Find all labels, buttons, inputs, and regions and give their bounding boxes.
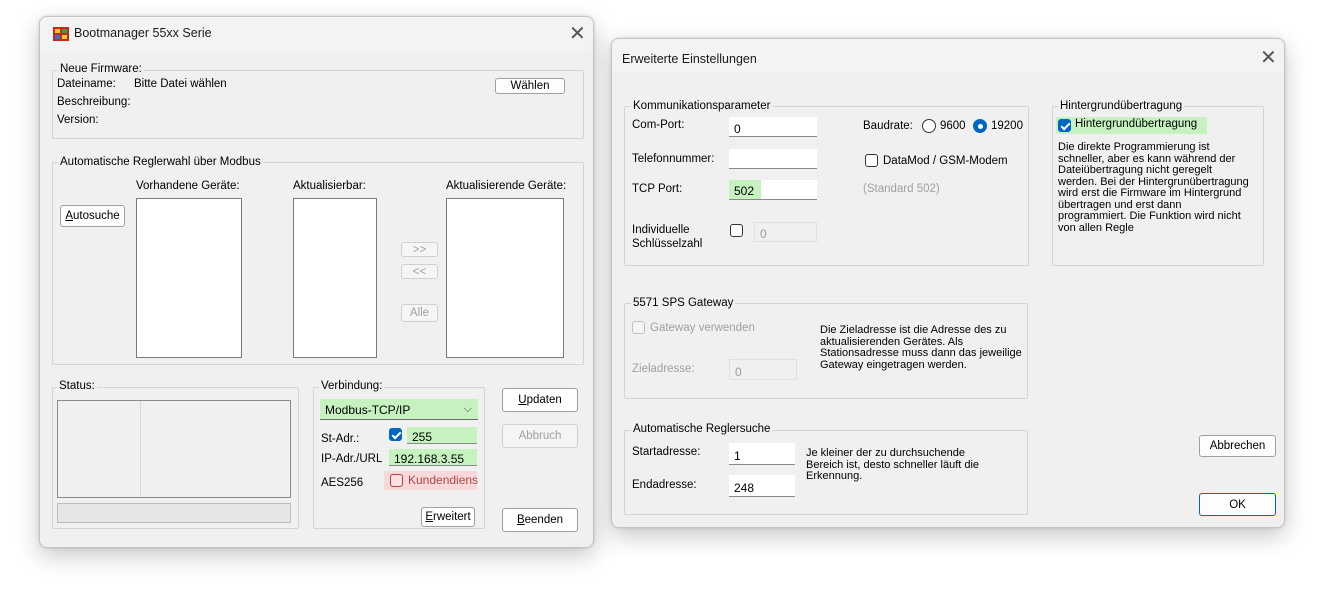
autosearch-legend: Automatische Reglersuche [631, 423, 773, 435]
version-label: Version: [57, 114, 99, 126]
background-checkbox[interactable] [1058, 119, 1071, 132]
end-address-input[interactable] [729, 475, 795, 497]
target-address-input[interactable] [729, 359, 797, 380]
bootmanager-close-icon[interactable]: ✕ [569, 24, 586, 44]
customer-service-field[interactable]: Kundendiens [384, 471, 479, 490]
baud-19200-label: 19200 [991, 120, 1023, 132]
datamod-label: DataMod / GSM-Modem [883, 155, 1008, 167]
st-adr-checkbox[interactable] [389, 428, 402, 441]
com-port-input[interactable] [729, 117, 817, 137]
settings-window: Erweiterte Einstellungen ✕ Kommunikation… [611, 38, 1285, 528]
start-address-input[interactable] [729, 443, 795, 465]
connection-legend: Verbindung: [319, 380, 385, 392]
chevron-down-icon: ⌵ [463, 403, 472, 415]
status-legend: Status: [57, 380, 97, 392]
standard-port-hint: (Standard 502) [863, 183, 940, 195]
autosearch-description: Je kleiner der zu durchsuchende Bereich … [806, 447, 980, 482]
protocol-select[interactable]: Modbus-TCP/IP ⌵ [320, 399, 478, 420]
cancel-button[interactable]: Abbrechen [1199, 435, 1276, 457]
phone-input[interactable] [729, 149, 817, 169]
move-all-button[interactable]: Alle [401, 304, 438, 322]
advanced-mnemonic: E [425, 511, 433, 523]
exit-button[interactable]: Beenden [502, 508, 578, 532]
move-right-button[interactable]: >> [401, 242, 438, 257]
abort-button[interactable]: Abbruch [502, 424, 578, 448]
target-address-label: Zieladresse: [632, 363, 695, 375]
move-left-button[interactable]: << [401, 264, 438, 279]
st-adr-input[interactable] [407, 427, 477, 444]
description-label: Beschreibung: [57, 96, 131, 108]
advanced-button[interactable]: Erweitert [421, 507, 475, 527]
aes-label: AES256 [321, 477, 364, 489]
advanced-label: rweitert [432, 511, 471, 523]
ip-input[interactable] [389, 449, 477, 466]
available-devices-list[interactable] [136, 198, 242, 358]
st-adr-label: St-Adr.: [321, 433, 360, 445]
protocol-value: Modbus-TCP/IP [325, 403, 411, 417]
background-checkbox-label: Hintergrundübertragung [1075, 118, 1198, 130]
filename-value: Bitte Datei wählen [134, 78, 227, 90]
updatable-devices-list[interactable] [293, 198, 377, 358]
autosearch-label: utosuche [72, 210, 120, 222]
ok-button[interactable]: OK [1199, 493, 1276, 516]
filename-label: Dateiname: [57, 78, 116, 90]
bootmanager-title: Bootmanager 55xx Serie [74, 26, 212, 40]
background-legend: Hintergrundübertragung [1058, 100, 1185, 112]
key-checkbox[interactable] [730, 224, 743, 237]
datamod-checkbox[interactable] [865, 154, 878, 167]
use-gateway-checkbox[interactable] [632, 321, 645, 334]
firmware-legend: Neue Firmware: [58, 63, 144, 75]
update-label: pdaten [526, 394, 562, 406]
baud-9600-radio[interactable] [922, 119, 936, 133]
phone-label: Telefonnummer: [632, 153, 715, 165]
customer-service-label: Kundendiens [408, 473, 479, 487]
tcp-port-field[interactable]: 502 [729, 180, 817, 200]
background-checkbox-field[interactable]: Hintergrundübertragung [1056, 117, 1207, 134]
baud-19200-radio[interactable] [973, 119, 987, 133]
update-button[interactable]: Updaten [502, 388, 578, 412]
key-input[interactable] [754, 222, 817, 242]
choose-file-button[interactable]: Wählen [495, 78, 565, 94]
available-devices-label: Vorhandene Geräte: [136, 180, 240, 192]
autosearch-button[interactable]: Autosuche [60, 205, 125, 227]
app-icon [52, 25, 70, 43]
settings-close-icon[interactable]: ✕ [1260, 48, 1277, 68]
com-port-label: Com-Port: [632, 119, 685, 131]
ip-label: IP-Adr./URL [321, 453, 383, 465]
updating-devices-label: Aktualisierende Geräte: [446, 180, 567, 192]
baud-9600-label: 9600 [940, 120, 966, 132]
autosearch-mnemonic: A [65, 210, 73, 222]
tcp-port-value: 502 [729, 180, 761, 199]
update-mnemonic: U [518, 394, 527, 406]
end-address-label: Endadresse: [632, 479, 697, 491]
key-label-line1: Individuelle [632, 224, 690, 236]
customer-service-checkbox[interactable] [390, 474, 403, 487]
updating-devices-list[interactable] [446, 198, 564, 358]
baud-label: Baudrate: [863, 120, 913, 132]
auto-select-legend: Automatische Reglerwahl über Modbus [58, 156, 263, 168]
tcp-port-label: TCP Port: [632, 183, 683, 195]
exit-label: eenden [524, 514, 564, 526]
start-address-label: Startadresse: [632, 446, 701, 458]
settings-title: Erweiterte Einstellungen [622, 52, 757, 66]
gateway-legend: 5571 SPS Gateway [631, 297, 736, 309]
progress-bar [57, 503, 291, 523]
key-label-line2: Schlüsselzahl [632, 238, 703, 250]
background-description: Die direkte Programmierung ist schneller… [1058, 142, 1249, 234]
gateway-description: Die Zieladresse ist die Adresse des zu a… [820, 324, 1022, 371]
status-box-panel [57, 400, 291, 498]
comm-legend: Kommunikationsparameter [631, 100, 773, 112]
exit-mnemonic: B [516, 514, 525, 526]
updatable-label: Aktualisierbar: [293, 180, 366, 192]
use-gateway-label: Gateway verwenden [650, 322, 755, 334]
bootmanager-window: Bootmanager 55xx Serie ✕ Neue Firmware: … [39, 16, 594, 548]
